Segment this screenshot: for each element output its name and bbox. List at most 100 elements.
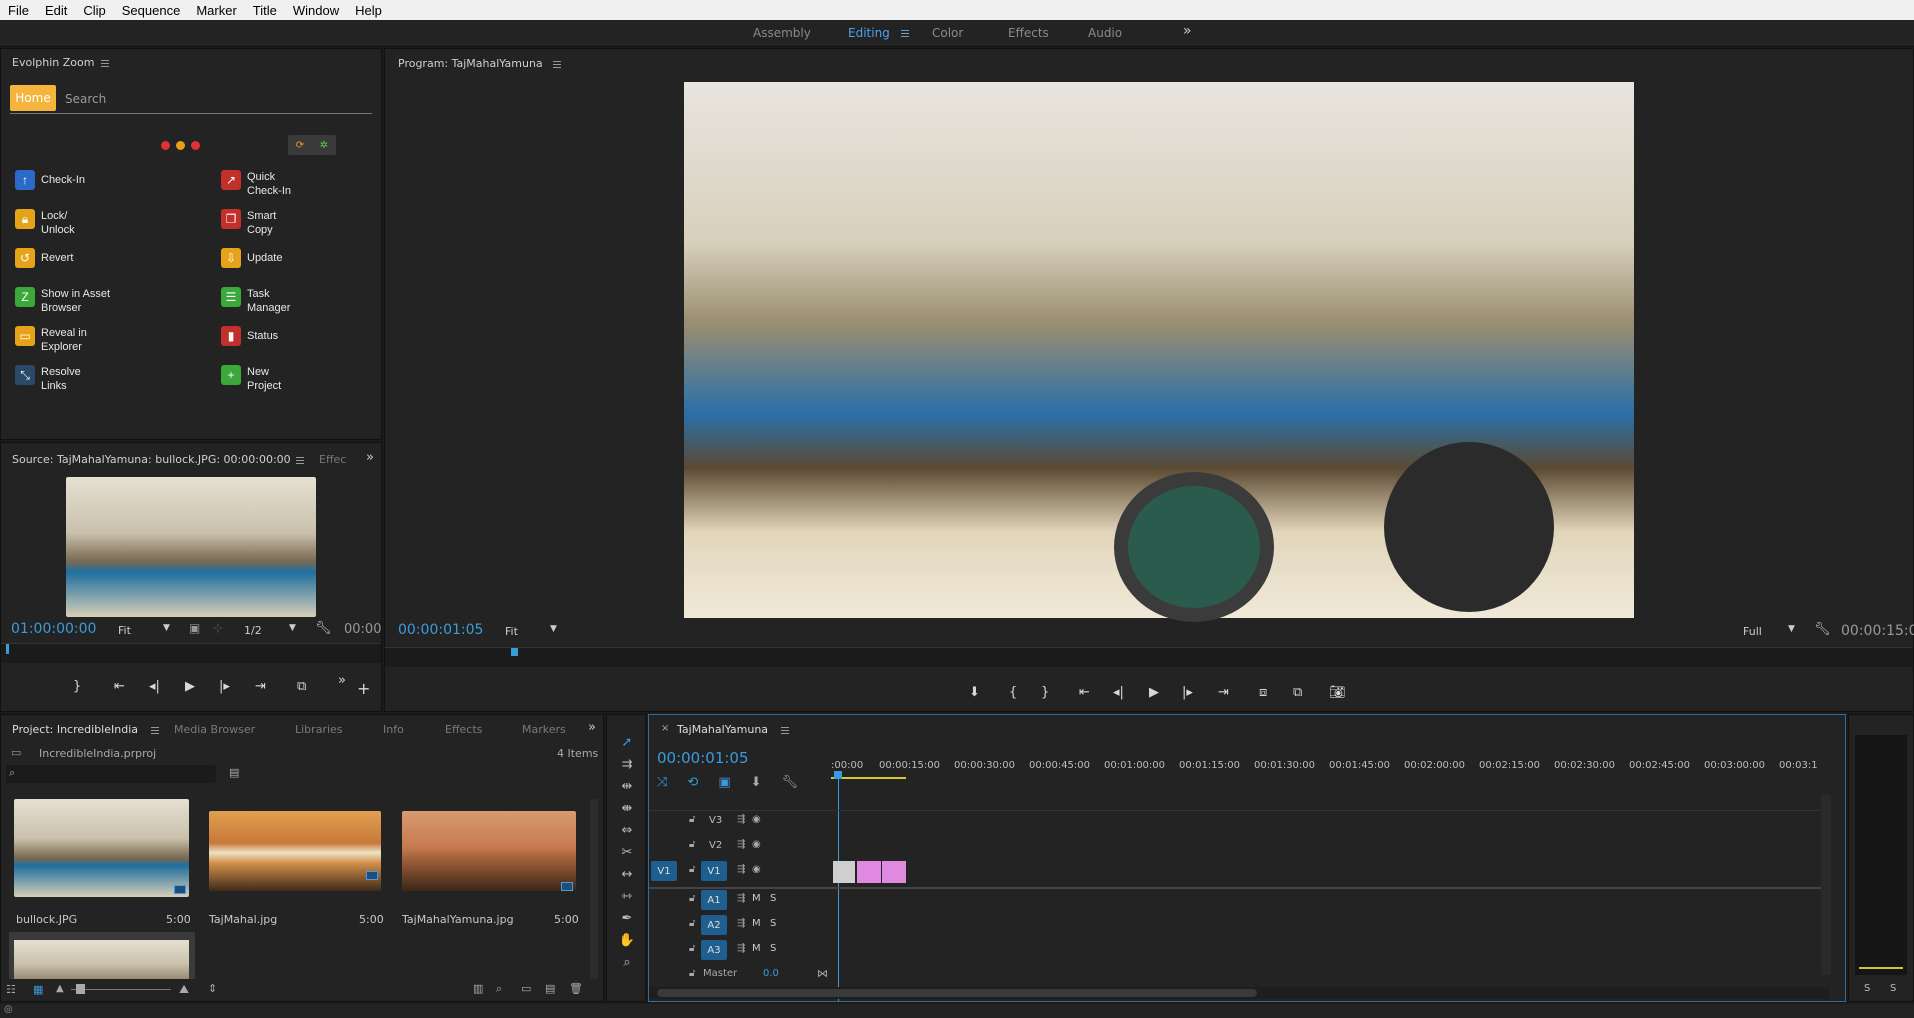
insert-clip-icon[interactable]: ⧉ xyxy=(297,679,306,694)
add-button-icon[interactable]: + xyxy=(357,679,370,698)
menu-marker[interactable]: Marker xyxy=(188,3,244,18)
mark-in-icon[interactable]: { xyxy=(1009,685,1017,700)
new-item-icon[interactable]: ▤ xyxy=(545,982,555,995)
panel-menu-icon[interactable] xyxy=(151,727,159,734)
refresh-icon[interactable]: ⟳ xyxy=(296,140,304,151)
lock-icon[interactable]: 🔓︎ xyxy=(689,943,695,954)
settings-icon[interactable]: ✲ xyxy=(320,140,328,151)
zoom-in-icon[interactable]: ⛰ xyxy=(179,982,189,997)
sync-icon[interactable]: ⇶ xyxy=(737,839,745,850)
lock-icon[interactable]: 🔓︎ xyxy=(689,893,695,904)
ripple-edit-tool-icon[interactable]: ⇹ xyxy=(617,779,637,795)
panel-menu-icon[interactable] xyxy=(296,457,304,464)
sync-icon[interactable]: ⇶ xyxy=(737,864,745,875)
lift-icon[interactable]: ⧈ xyxy=(1259,685,1267,700)
step-back-icon[interactable]: ◂| xyxy=(149,679,160,694)
program-timeline-strip[interactable] xyxy=(385,647,1913,667)
lock-icon[interactable]: 🔓︎ xyxy=(689,839,695,850)
scrollbar-thumb[interactable] xyxy=(657,989,1257,997)
sort-icon[interactable]: ⇕ xyxy=(208,982,217,995)
evolphin-lock-unlock[interactable]: 🔒︎ Lock/ Unlock xyxy=(15,209,95,237)
step-forward-icon[interactable]: |▸ xyxy=(1182,685,1193,700)
source-timecode[interactable]: 01:00:00:00 xyxy=(11,621,96,637)
rolling-edit-tool-icon[interactable]: ⇼ xyxy=(617,801,637,817)
solo-button[interactable]: S xyxy=(770,893,776,904)
timeline-clip[interactable] xyxy=(857,861,881,883)
play-icon[interactable]: ▶ xyxy=(185,679,195,694)
menu-sequence[interactable]: Sequence xyxy=(114,3,189,18)
eye-icon[interactable]: ◉ xyxy=(752,839,761,850)
slip-tool-icon[interactable]: ↔ xyxy=(617,867,637,883)
mute-button[interactable]: M xyxy=(752,943,761,954)
timeline-clip[interactable] xyxy=(882,861,906,883)
project-thumb-tajmahal[interactable] xyxy=(209,811,381,891)
evolphin-show-asset-browser[interactable]: Z Show in Asset Browser xyxy=(15,287,135,315)
track-label-v3[interactable]: V3 xyxy=(709,815,722,826)
evolphin-reveal-explorer[interactable]: ▭ Reveal in Explorer xyxy=(15,326,115,354)
icon-view-icon[interactable]: ▦ xyxy=(33,983,43,996)
tab-home[interactable]: Home xyxy=(10,85,56,111)
evolphin-smart-copy[interactable]: ❐ Smart Copy xyxy=(221,209,301,237)
program-fit-select[interactable]: Fit xyxy=(505,625,518,638)
mute-button[interactable]: M xyxy=(752,918,761,929)
panel-menu-icon[interactable] xyxy=(781,727,789,734)
hand-tool-icon[interactable]: ✋ xyxy=(617,933,637,949)
evolphin-revert[interactable]: ↺ Revert xyxy=(15,248,73,268)
zoom-out-icon[interactable]: ▲ xyxy=(56,983,64,994)
tab-project[interactable]: Project: IncredibleIndia xyxy=(12,723,138,736)
solo-button[interactable]: S xyxy=(770,943,776,954)
menu-window[interactable]: Window xyxy=(285,3,347,18)
wrench-icon[interactable]: 🔧︎ xyxy=(782,775,799,790)
panel-menu-icon[interactable] xyxy=(101,60,109,67)
menu-file[interactable]: File xyxy=(0,3,37,18)
export-frame-icon[interactable]: 📷︎ xyxy=(1329,685,1346,700)
work-area-bar[interactable] xyxy=(831,777,906,779)
bowtie-icon[interactable]: ⋈ xyxy=(817,967,828,980)
sync-icon[interactable]: ⇶ xyxy=(737,814,745,825)
eye-icon[interactable]: ◉ xyxy=(752,864,761,875)
chevron-down-icon[interactable]: ▼ xyxy=(163,623,170,633)
workspace-assembly[interactable]: Assembly xyxy=(753,26,811,40)
solo-button[interactable]: S xyxy=(770,918,776,929)
red-dot-icon[interactable] xyxy=(161,141,170,150)
track-label-a1[interactable]: A1 xyxy=(701,890,727,910)
step-forward-icon[interactable]: |▸ xyxy=(219,679,230,694)
tab-info[interactable]: Info xyxy=(383,723,404,736)
timeline-clip[interactable] xyxy=(833,861,855,883)
new-bin-icon[interactable]: ▤ xyxy=(229,766,239,779)
menu-title[interactable]: Title xyxy=(245,3,285,18)
go-to-out-icon[interactable]: ⇥ xyxy=(1218,685,1229,700)
mark-out-icon[interactable]: } xyxy=(73,679,81,694)
selection-tool-icon[interactable]: ➚ xyxy=(617,735,637,751)
panel-menu-icon[interactable] xyxy=(553,61,561,68)
list-view-icon[interactable]: ☷ xyxy=(6,983,16,996)
project-thumb-bullock[interactable] xyxy=(14,799,189,897)
step-back-icon[interactable]: ◂| xyxy=(1113,685,1124,700)
tab-libraries[interactable]: Libraries xyxy=(295,723,343,736)
tab-effect-controls[interactable]: Effec xyxy=(319,453,346,466)
program-quality-select[interactable]: Full xyxy=(1743,625,1762,638)
track-select-tool-icon[interactable]: ⇉ xyxy=(617,757,637,773)
solo-right-button[interactable]: S xyxy=(1890,983,1896,994)
menu-help[interactable]: Help xyxy=(347,3,390,18)
razor-tool-icon[interactable]: ✂ xyxy=(617,845,637,861)
zoom-slider-handle[interactable] xyxy=(76,984,85,994)
project-item-name[interactable]: TajMahalYamuna.jpg xyxy=(402,913,514,926)
tab-media-browser[interactable]: Media Browser xyxy=(174,723,255,736)
new-bin-icon[interactable]: ▭ xyxy=(521,982,531,995)
chevron-down-icon[interactable]: ▼ xyxy=(550,624,557,634)
mark-out-icon[interactable]: } xyxy=(1041,685,1049,700)
lock-icon[interactable]: 🔓︎ xyxy=(689,968,695,979)
mute-button[interactable]: M xyxy=(752,893,761,904)
playhead-marker[interactable] xyxy=(6,644,9,654)
source-timeline-strip[interactable] xyxy=(1,643,381,663)
project-thumb-tajmahalyamuna[interactable] xyxy=(402,811,576,891)
chevron-down-icon[interactable]: ▼ xyxy=(1788,624,1795,634)
go-to-in-icon[interactable]: ⇤ xyxy=(114,679,125,694)
evolphin-status[interactable]: ▮ Status xyxy=(221,326,278,346)
project-item-name[interactable]: bullock.JPG xyxy=(16,913,77,926)
evolphin-update[interactable]: ⇩ Update xyxy=(221,248,282,268)
timeline-timecode[interactable]: 00:00:01:05 xyxy=(657,749,749,767)
project-scrollbar[interactable] xyxy=(590,799,598,989)
timeline-horizontal-scrollbar[interactable] xyxy=(649,987,1829,999)
